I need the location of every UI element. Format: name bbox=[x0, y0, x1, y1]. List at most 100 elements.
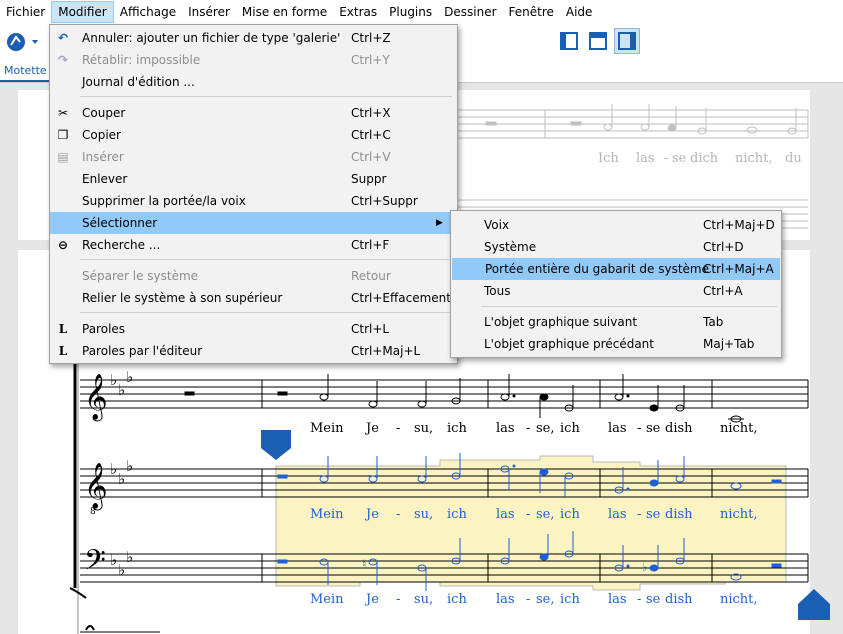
top-lyric: nicht, bbox=[735, 151, 773, 166]
menu-item-undo[interactable]: ↶ Annuler: ajouter un fichier de type 'g… bbox=[50, 27, 457, 49]
bass-lyrics: Mein Je - su, ich las - se, ich las - se… bbox=[310, 592, 758, 607]
lyric: dish bbox=[665, 421, 693, 436]
submenu-item-previous-object[interactable]: L'objet graphique précédant Maj+Tab bbox=[451, 333, 781, 355]
paste-icon: ▤ bbox=[57, 150, 69, 164]
menu-item-cut[interactable]: ✂ Couper Ctrl+X bbox=[50, 102, 457, 124]
lyric: ich bbox=[447, 592, 467, 607]
lyric: nicht, bbox=[720, 507, 758, 522]
menu-item-search[interactable]: ⊖ Recherche ... Ctrl+F bbox=[50, 234, 457, 256]
svg-text:♭: ♭ bbox=[118, 561, 125, 579]
menu-separator bbox=[80, 96, 452, 97]
selection-end-handle[interactable] bbox=[798, 589, 830, 620]
submenu-item-voice[interactable]: Voix Ctrl+Maj+D bbox=[451, 214, 781, 236]
key-signature: ♭♭♭ ♭♭♭ ♭♭♭ bbox=[110, 368, 133, 579]
lyrics-icon: L bbox=[58, 322, 68, 336]
lyric: - bbox=[637, 592, 641, 607]
treble-8-clef-icon: 𝄞 8 bbox=[84, 463, 108, 517]
submenu-arrow-icon: ▶ bbox=[436, 218, 443, 228]
lyric: ich bbox=[447, 421, 467, 436]
lyric: ich bbox=[560, 421, 580, 436]
menu-item-join-system[interactable]: Relier le système à son supérieur Ctrl+E… bbox=[50, 287, 457, 309]
lyric: Je bbox=[364, 421, 379, 436]
menu-item-delete[interactable]: Enlever Suppr bbox=[50, 168, 457, 190]
lyrics-icon: L bbox=[58, 344, 68, 358]
lyric: su, bbox=[414, 592, 433, 607]
top-lyric: dich bbox=[690, 151, 719, 166]
menu-item-select[interactable]: Sélectionner ▶ bbox=[50, 212, 455, 234]
copy-icon: ❐ bbox=[57, 128, 69, 142]
lyric: las bbox=[496, 592, 515, 607]
lyric: Je bbox=[364, 592, 379, 607]
search-icon: ⊖ bbox=[57, 238, 69, 252]
menu-item-remove-staff-voice[interactable]: Supprimer la portée/la voix Ctrl+Suppr bbox=[50, 190, 457, 212]
top-lyric: Ich bbox=[598, 151, 619, 166]
lyric: Mein bbox=[310, 592, 344, 607]
top-lyric: - bbox=[664, 151, 668, 166]
soprano-lyrics: Mein Je - su, ich las - se, ich las - se… bbox=[310, 421, 758, 436]
svg-text:𝄞: 𝄞 bbox=[84, 463, 108, 511]
lyric: nicht, bbox=[720, 421, 758, 436]
lyric: se, bbox=[536, 421, 555, 436]
lyric: las bbox=[608, 507, 627, 522]
menu-item-split-system[interactable]: Séparer le système Retour bbox=[50, 265, 457, 287]
svg-text:8: 8 bbox=[90, 507, 96, 517]
lyric: - bbox=[396, 592, 400, 607]
svg-text:♭: ♭ bbox=[118, 381, 125, 399]
svg-text:♭: ♭ bbox=[118, 470, 125, 488]
submenu-item-all[interactable]: Tous Ctrl+A bbox=[451, 280, 781, 302]
lyric: se bbox=[646, 592, 661, 607]
lyric: las bbox=[496, 507, 515, 522]
lyric: las bbox=[608, 592, 627, 607]
menu-separator bbox=[481, 306, 777, 307]
next-system-fragment bbox=[80, 625, 160, 633]
redo-icon: ↷ bbox=[57, 53, 69, 67]
lyric: ich bbox=[560, 592, 580, 607]
lyric: - bbox=[526, 421, 530, 436]
menu-item-lyrics-editor[interactable]: L Paroles par l'éditeur Ctrl+Maj+L bbox=[50, 340, 457, 362]
menu-separator bbox=[80, 312, 452, 313]
lyric: se, bbox=[536, 507, 555, 522]
svg-text:𝄞: 𝄞 bbox=[84, 374, 108, 422]
lyric: - bbox=[396, 507, 400, 522]
svg-text:♭: ♭ bbox=[126, 548, 133, 566]
lyric: - bbox=[526, 507, 530, 522]
select-submenu: Voix Ctrl+Maj+D Système Ctrl+D Portée en… bbox=[450, 210, 782, 358]
svg-text:♭: ♭ bbox=[126, 368, 133, 386]
svg-text:𝄢: 𝄢 bbox=[84, 544, 106, 584]
top-lyric: las bbox=[636, 151, 655, 166]
lyric: - bbox=[396, 421, 400, 436]
menu-item-copy[interactable]: ❐ Copier Ctrl+C bbox=[50, 124, 457, 146]
menu-item-lyrics[interactable]: L Paroles Ctrl+L bbox=[50, 318, 457, 340]
top-lyric: se bbox=[672, 151, 687, 166]
svg-text:♭: ♭ bbox=[126, 457, 133, 475]
svg-text:♭: ♭ bbox=[110, 551, 117, 569]
lyric: se, bbox=[536, 592, 555, 607]
lyric: Mein bbox=[310, 507, 344, 522]
lyric: se bbox=[646, 507, 661, 522]
menu-separator bbox=[80, 259, 452, 260]
submenu-item-whole-staff[interactable]: Portée entière du gabarit de système Ctr… bbox=[452, 258, 780, 280]
top-lyric: du bbox=[785, 151, 802, 166]
menu-item-edit-journal[interactable]: Journal d'édition ... bbox=[50, 71, 457, 93]
submenu-item-system[interactable]: Système Ctrl+D bbox=[451, 236, 781, 258]
selection-start-handle[interactable] bbox=[261, 430, 291, 460]
top-lyrics: Ich las - se dich nicht, du bbox=[598, 151, 802, 166]
lyric: su, bbox=[414, 421, 433, 436]
submenu-item-next-object[interactable]: L'objet graphique suivant Tab bbox=[451, 311, 781, 333]
lyric: - bbox=[637, 421, 641, 436]
svg-text:♭: ♭ bbox=[642, 560, 648, 574]
soprano-notes bbox=[184, 374, 744, 423]
lyric: - bbox=[637, 507, 641, 522]
undo-icon: ↶ bbox=[57, 31, 69, 45]
lyric: su, bbox=[414, 507, 433, 522]
menu-item-paste[interactable]: ▤ Insérer Ctrl+V bbox=[50, 146, 457, 168]
menu-item-redo[interactable]: ↷ Rétablir: impossible Ctrl+Y bbox=[50, 49, 457, 71]
treble-clef-icon: 𝄞 bbox=[84, 374, 108, 422]
lyric: dish bbox=[665, 507, 693, 522]
lyric: ich bbox=[560, 507, 580, 522]
lyric: ich bbox=[447, 507, 467, 522]
lyric: se bbox=[646, 421, 661, 436]
lyric: Mein bbox=[310, 421, 344, 436]
top-staff-notes bbox=[485, 104, 797, 135]
svg-text:♭: ♭ bbox=[110, 460, 117, 478]
